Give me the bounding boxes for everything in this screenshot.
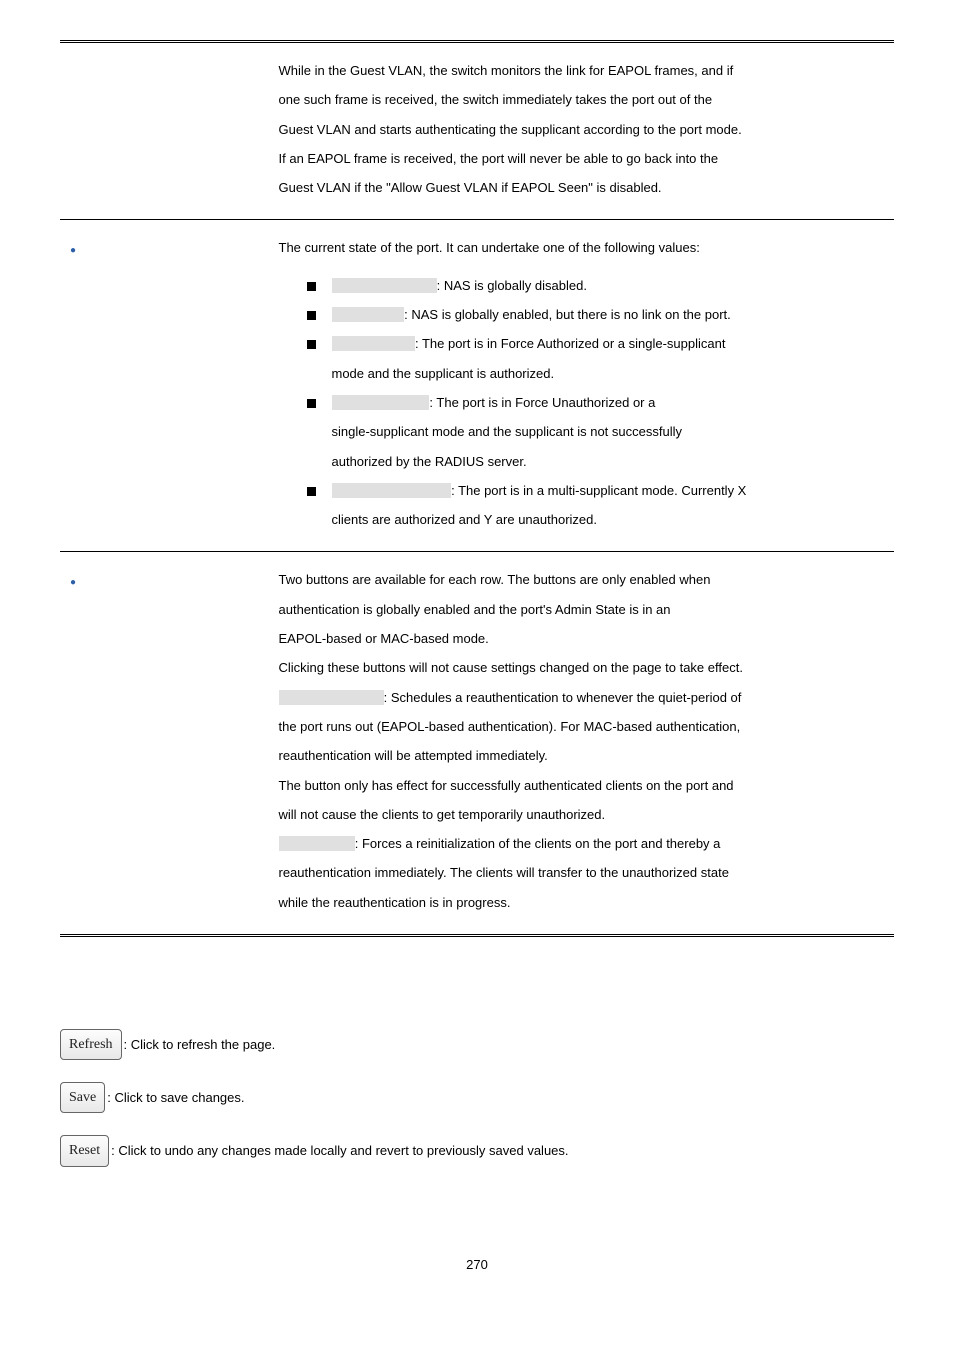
square-icon	[307, 399, 316, 408]
reset-description: : Click to undo any changes made locally…	[111, 1139, 568, 1162]
highlight-placeholder	[332, 483, 452, 498]
state2-text: : NAS is globally enabled, but there is …	[404, 307, 731, 322]
save-description: : Click to save changes.	[107, 1086, 244, 1109]
highlight-placeholder	[279, 836, 355, 851]
row2-left-cell: ●	[60, 220, 269, 552]
row2-right-cell: The current state of the port. It can un…	[269, 220, 895, 552]
row1-line3: Guest VLAN and starts authenticating the…	[279, 116, 885, 143]
row1-line4: If an EAPOL frame is received, the port …	[279, 145, 885, 172]
row3-left-cell: ●	[60, 552, 269, 936]
square-icon	[307, 311, 316, 320]
refresh-row: Refresh : Click to refresh the page.	[60, 1029, 894, 1060]
row3-line4: Clicking these buttons will not cause se…	[279, 654, 885, 681]
highlight-placeholder	[332, 307, 405, 322]
row3-line8: The button only has effect for successfu…	[279, 772, 885, 799]
refresh-description: : Click to refresh the page.	[124, 1033, 276, 1056]
row1-line5: Guest VLAN if the "Allow Guest VLAN if E…	[279, 174, 885, 201]
row3-line6: the port runs out (EAPOL-based authentic…	[279, 713, 885, 740]
highlight-placeholder	[279, 690, 384, 705]
state-item-3: : The port is in Force Authorized or a s…	[307, 330, 885, 357]
row1-line2: one such frame is received, the switch i…	[279, 86, 885, 113]
state-item-5: : The port is in a multi-supplicant mode…	[307, 477, 885, 504]
row3-line1: Two buttons are available for each row. …	[279, 566, 885, 593]
state-item-4: : The port is in Force Unauthorized or a	[307, 389, 885, 416]
state4-cont1: single-supplicant mode and the supplican…	[307, 418, 885, 445]
row3-line2: authentication is globally enabled and t…	[279, 596, 885, 623]
reset-row: Reset : Click to undo any changes made l…	[60, 1135, 894, 1166]
state1-text: : NAS is globally disabled.	[437, 278, 587, 293]
highlight-placeholder	[332, 336, 415, 351]
bullet-icon: ●	[70, 234, 76, 261]
state3-cont: mode and the supplicant is authorized.	[307, 360, 885, 387]
save-row: Save : Click to save changes.	[60, 1082, 894, 1113]
bullet-icon: ●	[70, 566, 76, 593]
row3-line3: EAPOL-based or MAC-based mode.	[279, 625, 885, 652]
save-button[interactable]: Save	[60, 1082, 105, 1113]
state4-cont2: authorized by the RADIUS server.	[307, 448, 885, 475]
description-table: While in the Guest VLAN, the switch moni…	[60, 40, 894, 937]
square-icon	[307, 487, 316, 496]
row1-right-cell: While in the Guest VLAN, the switch moni…	[269, 42, 895, 220]
highlight-placeholder	[332, 278, 437, 293]
row3-line12: while the reauthentication is in progres…	[279, 889, 885, 916]
state5-text: : The port is in a multi-supplicant mode…	[451, 483, 746, 498]
row3-line10: : Forces a reinitialization of the clien…	[279, 830, 885, 857]
state-item-2: : NAS is globally enabled, but there is …	[307, 301, 885, 328]
row1-line1: While in the Guest VLAN, the switch moni…	[279, 57, 885, 84]
row3-line7: reauthentication will be attempted immed…	[279, 742, 885, 769]
highlight-placeholder	[332, 395, 430, 410]
reset-button[interactable]: Reset	[60, 1135, 109, 1166]
row3-p5: : Schedules a reauthentication to whenev…	[384, 690, 742, 705]
state5-cont: clients are authorized and Y are unautho…	[307, 506, 885, 533]
refresh-button[interactable]: Refresh	[60, 1029, 122, 1060]
square-icon	[307, 282, 316, 291]
row3-line11: reauthentication immediately. The client…	[279, 859, 885, 886]
row2-intro: The current state of the port. It can un…	[279, 234, 885, 261]
state3-text: : The port is in Force Authorized or a s…	[415, 336, 725, 351]
row3-right-cell: Two buttons are available for each row. …	[269, 552, 895, 936]
state-item-1: : NAS is globally disabled.	[307, 272, 885, 299]
state4-text: : The port is in Force Unauthorized or a	[429, 395, 655, 410]
row3-p10: : Forces a reinitialization of the clien…	[355, 836, 721, 851]
row3-line9: will not cause the clients to get tempor…	[279, 801, 885, 828]
square-icon	[307, 340, 316, 349]
page-number: 270	[60, 1257, 894, 1272]
row3-line5: : Schedules a reauthentication to whenev…	[279, 684, 885, 711]
row1-left-cell	[60, 42, 269, 220]
